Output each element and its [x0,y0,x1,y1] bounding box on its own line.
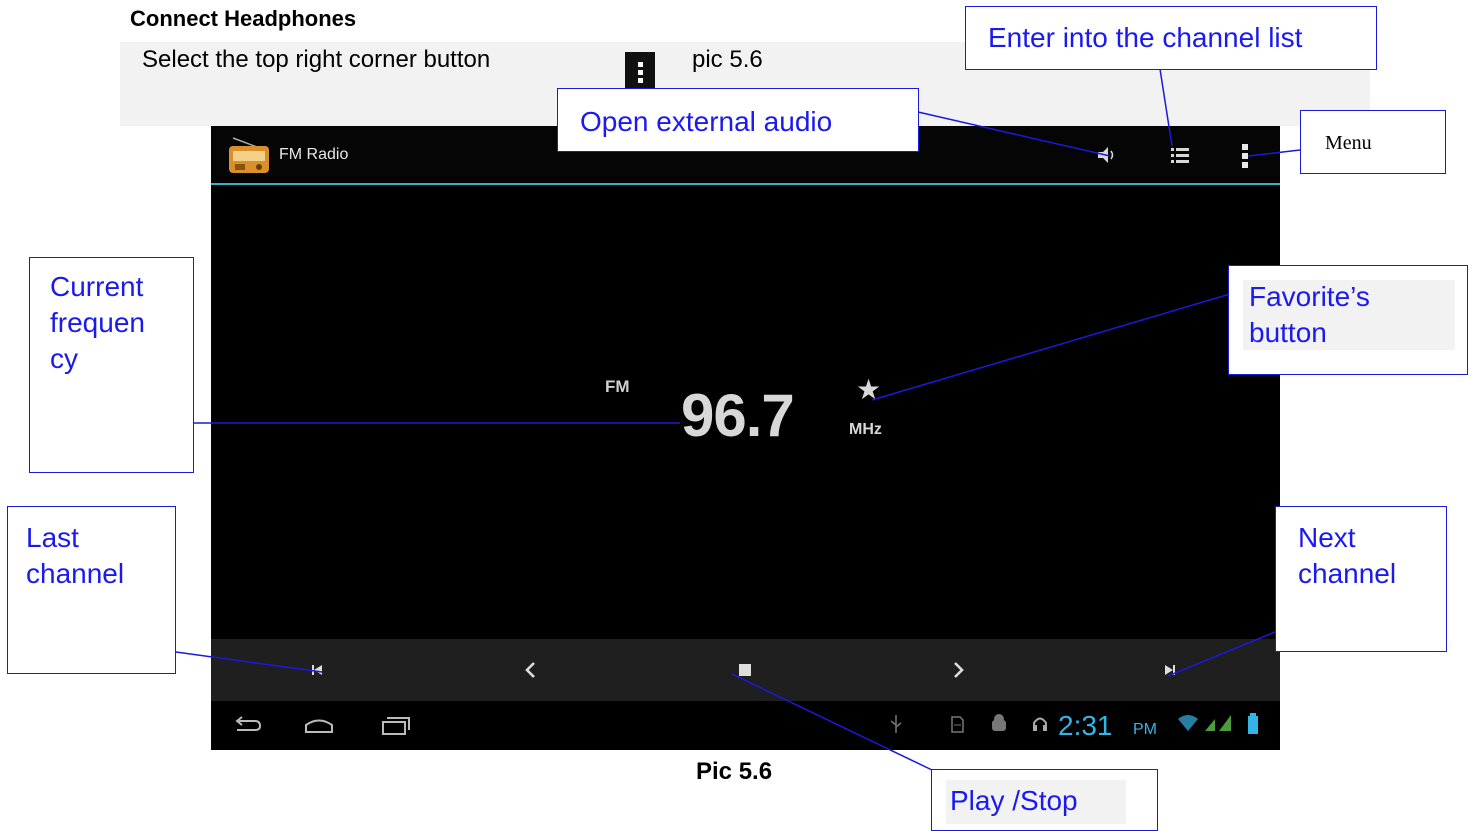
figure-caption: Pic 5.6 [696,758,773,785]
action-bar-divider [211,183,1280,185]
instruction-figure-ref: pic 5.6 [692,46,763,73]
callout-favorites: Favorite’s button [1228,265,1468,375]
headset-icon [1033,717,1047,731]
app-title: FM Radio [279,146,349,163]
frequency-unit: MHz [849,421,882,438]
list-icon[interactable] [1169,144,1191,166]
callout-next-channel: Next channel [1275,506,1447,652]
callout-channel-list: Enter into the channel list [965,6,1377,70]
android-icon [992,714,1006,731]
callout-current-frequency: Current frequen cy [29,257,194,473]
sd-card-icon [951,716,964,733]
battery-icon [1248,713,1258,734]
playback-controls [211,639,1280,701]
fm-radio-screen: FM Radio FM 96.7 ★ MHz 2:31 PM [211,126,1280,750]
signal-icon [1205,715,1231,731]
seek-back-icon[interactable] [501,639,561,701]
favorite-star-icon[interactable]: ★ [856,373,881,406]
status-clock: 2:31 [1058,710,1113,741]
band-label: FM [605,377,630,396]
section-heading: Connect Headphones [130,6,357,31]
stop-icon[interactable] [715,639,775,701]
next-station-icon[interactable] [1140,639,1200,701]
wifi-icon [1178,715,1198,731]
callout-menu: Menu [1300,110,1446,174]
callout-last-channel: Last channel [7,506,176,674]
status-clock-ampm: PM [1133,721,1157,738]
overflow-menu-icon[interactable] [1239,142,1251,170]
previous-station-icon[interactable] [287,639,347,701]
recent-apps-icon[interactable] [375,705,415,745]
usb-icon [890,715,902,733]
speaker-icon[interactable] [1095,144,1117,166]
system-bar: 2:31 PM [211,701,1280,750]
instruction-text: Select the top right corner button [142,46,491,73]
current-frequency: 96.7 [681,382,795,449]
callout-external-audio: Open external audio [557,88,919,152]
seek-forward-icon[interactable] [928,639,988,701]
radio-app-icon [229,137,269,173]
callout-play-stop: Play /Stop [931,769,1158,831]
home-icon[interactable] [299,705,339,745]
back-icon[interactable] [227,705,267,745]
